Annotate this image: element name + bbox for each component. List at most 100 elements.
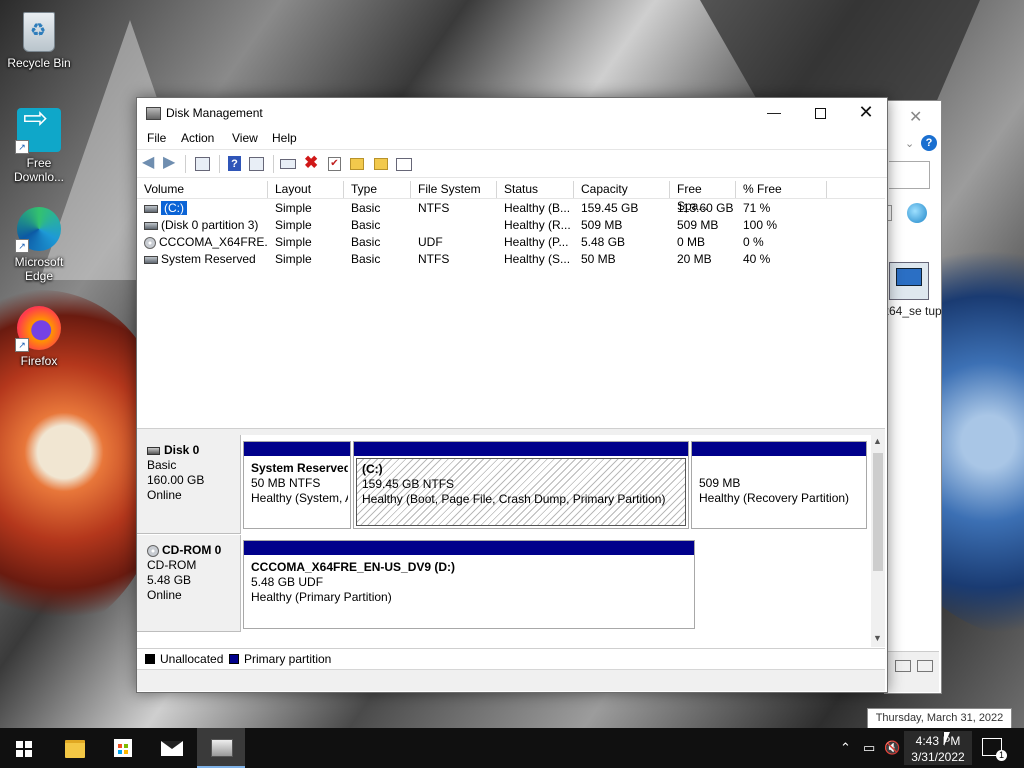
- chevron-up-icon[interactable]: ⌃: [840, 740, 851, 756]
- volume-row[interactable]: (C:) Simple Basic NTFS Healthy (B... 159…: [137, 200, 885, 217]
- toolbar: ◀ ▶ ? ✖ ✔: [137, 149, 887, 178]
- close-icon[interactable]: ✕: [909, 107, 922, 127]
- menu-action[interactable]: Action: [181, 131, 214, 145]
- column-header-status[interactable]: Status: [497, 181, 574, 198]
- volume-row[interactable]: (Disk 0 partition 3) Simple Basic Health…: [137, 217, 885, 234]
- fs-cell: NTFS: [418, 201, 450, 215]
- volume-list: Volume Layout Type File System Status Ca…: [137, 181, 885, 427]
- details-view-icon[interactable]: [895, 660, 911, 672]
- legend-primary-partition: Primary partition: [244, 652, 332, 666]
- partition-c[interactable]: (C:) 159.45 GB NTFS Healthy (Boot, Page …: [353, 441, 689, 529]
- mouse-cursor-icon: [944, 732, 950, 746]
- capacity-cell: 159.45 GB: [581, 201, 639, 215]
- taskbar-mail[interactable]: [148, 728, 196, 768]
- status-area: [885, 651, 939, 692]
- network-icon[interactable]: ▭: [863, 740, 875, 756]
- column-header-file-system[interactable]: File System: [411, 181, 497, 198]
- mail-icon: [161, 741, 183, 756]
- globe-icon[interactable]: [907, 203, 927, 223]
- volume-icon: [144, 221, 158, 230]
- disk-0-label[interactable]: Disk 0 Basic 160.00 GB Online: [137, 435, 241, 534]
- unallocated-swatch: [145, 654, 155, 664]
- taskbar-clock[interactable]: 4:43 PM 3/31/2022: [904, 731, 972, 765]
- column-header-free-space[interactable]: Free Spa...: [670, 181, 736, 213]
- partition-detail: 509 MB: [699, 476, 741, 490]
- partition-system-reserved[interactable]: System Reserved 50 MB NTFS Healthy (Syst…: [243, 441, 351, 529]
- graphical-view-scrollbar[interactable]: ▲ ▼: [871, 435, 885, 647]
- disk-size: 160.00 GB: [147, 473, 205, 487]
- partition-detail: 5.48 GB UDF: [251, 575, 324, 589]
- search-input[interactable]: [889, 161, 930, 189]
- maximize-button[interactable]: [797, 98, 843, 128]
- partition-name: CCCOMA_X64FRE_EN-US_DV9 (D:): [251, 560, 456, 574]
- volume-row[interactable]: System Reserved Simple Basic NTFS Health…: [137, 251, 885, 268]
- delete-icon[interactable]: ✖: [304, 154, 320, 171]
- desktop-icon-label: Microsoft Edge: [14, 255, 64, 283]
- cd-icon: [144, 236, 156, 249]
- setup-icon: [889, 262, 929, 300]
- folder-icon: [65, 740, 85, 758]
- list-view-icon[interactable]: [396, 158, 412, 171]
- cdrom-0-label[interactable]: CD-ROM 0 CD-ROM 5.48 GB Online: [137, 535, 241, 632]
- title-bar[interactable]: Disk Management — ✕: [137, 98, 887, 128]
- volume-muted-icon[interactable]: 🔇: [884, 740, 900, 756]
- folder-search-icon[interactable]: [374, 158, 388, 170]
- desktop-icon-free-download[interactable]: ↗ Free Downlo...: [1, 108, 77, 184]
- action-center-button[interactable]: 1: [982, 738, 1007, 761]
- desktop-icon-firefox[interactable]: ↗ Firefox: [1, 306, 77, 368]
- layout-cell: Simple: [275, 218, 312, 232]
- partition-recovery[interactable]: 509 MB Healthy (Recovery Partition): [691, 441, 867, 529]
- partition-cdrom-d[interactable]: CCCOMA_X64FRE_EN-US_DV9 (D:) 5.48 GB UDF…: [243, 540, 695, 629]
- connect-icon[interactable]: [280, 159, 296, 169]
- legend-unallocated: Unallocated: [160, 652, 224, 666]
- volume-row[interactable]: CCCOMA_X64FRE... Simple Basic UDF Health…: [137, 234, 885, 251]
- column-header-type[interactable]: Type: [344, 181, 411, 198]
- menu-view[interactable]: View: [232, 131, 258, 145]
- folder-up-icon[interactable]: [350, 158, 364, 170]
- column-header-volume[interactable]: Volume: [137, 181, 268, 198]
- help-icon[interactable]: ?: [921, 135, 937, 151]
- taskbar-store[interactable]: [99, 728, 147, 768]
- type-cell: Basic: [351, 252, 381, 266]
- scroll-down-icon[interactable]: ▼: [873, 633, 882, 643]
- primary-partition-swatch: [229, 654, 239, 664]
- disk-size: 5.48 GB: [147, 573, 192, 587]
- minimize-button[interactable]: —: [751, 98, 797, 128]
- desktop-icon-recycle-bin[interactable]: Recycle Bin: [1, 8, 77, 70]
- free-cell: 509 MB: [677, 218, 719, 232]
- partition-info: 509 MB Healthy (Recovery Partition): [694, 458, 864, 526]
- properties-pane-icon[interactable]: [249, 157, 264, 171]
- forward-arrow-icon[interactable]: ▶: [163, 155, 179, 171]
- close-button[interactable]: ✕: [843, 98, 889, 128]
- scrollbar-thumb[interactable]: [873, 453, 883, 571]
- desktop-icon-label: Free Downlo...: [13, 156, 65, 184]
- chevron-down-icon[interactable]: ⌄: [905, 137, 914, 150]
- partition-name: (C:): [362, 462, 383, 476]
- show-hide-tree-icon[interactable]: [195, 157, 210, 171]
- date-tooltip: Thursday, March 31, 2022: [867, 708, 1012, 729]
- pct-free-cell: 40 %: [743, 252, 771, 266]
- taskbar-file-explorer[interactable]: [50, 728, 98, 768]
- scroll-up-icon[interactable]: ▲: [873, 436, 882, 446]
- layout-cell: Simple: [275, 201, 312, 215]
- window-title: Disk Management: [166, 106, 263, 120]
- column-header-capacity[interactable]: Capacity: [574, 181, 670, 198]
- help-icon[interactable]: ?: [228, 156, 241, 171]
- shortcut-arrow-icon: ↗: [15, 140, 29, 154]
- pct-free-cell: 100 %: [743, 218, 778, 232]
- taskbar-disk-management[interactable]: [197, 728, 245, 768]
- column-header-layout[interactable]: Layout: [268, 181, 344, 198]
- toolbar-separator: [219, 155, 220, 173]
- check-icon[interactable]: ✔: [328, 157, 341, 171]
- clock-date: 3/31/2022: [911, 750, 965, 764]
- large-icons-view-icon[interactable]: [917, 660, 933, 672]
- partition-detail: 159.45 GB NTFS: [362, 477, 455, 491]
- column-header-percent-free[interactable]: % Free: [736, 181, 827, 198]
- shortcut-arrow-icon: ↗: [15, 239, 29, 253]
- start-button[interactable]: [0, 728, 48, 768]
- back-arrow-icon[interactable]: ◀: [142, 155, 158, 171]
- menu-help[interactable]: Help: [272, 131, 297, 145]
- menu-file[interactable]: File: [147, 131, 166, 145]
- type-cell: Basic: [351, 201, 381, 215]
- desktop-icon-edge[interactable]: ↗ Microsoft Edge: [1, 207, 77, 283]
